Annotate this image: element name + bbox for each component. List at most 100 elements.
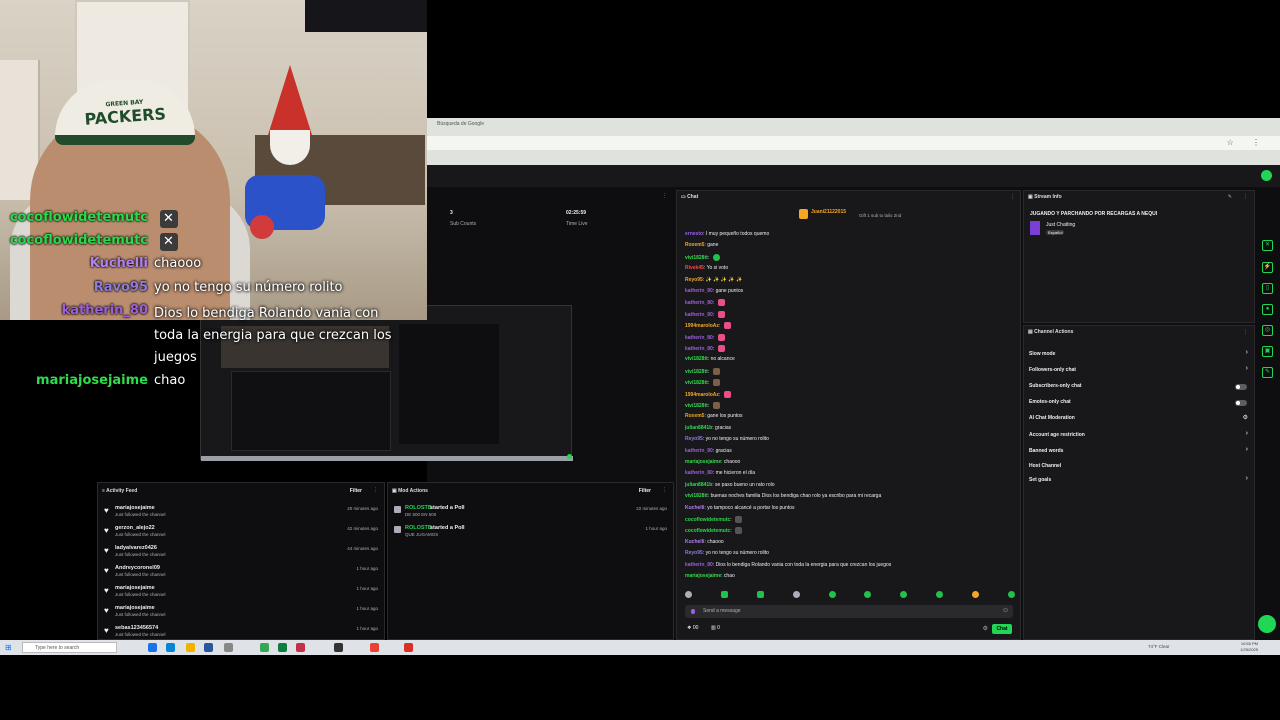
chat-message[interactable]: katherin_80: me hicieron el día [685,470,755,476]
chat-username[interactable]: Reyo95 [685,550,703,556]
chat-username[interactable]: Reyo95 [685,277,703,283]
chat-username[interactable]: vivi1828tt [685,380,708,386]
chat-username[interactable]: katherin_80 [685,448,713,454]
chat-username[interactable]: mariajosejaime [685,459,721,465]
emote-icon[interactable] [972,591,979,598]
channel-action-row[interactable]: AI Chat Moderation ⚙ [1024,414,1254,426]
activity-menu-icon[interactable]: ⋮ [373,487,378,493]
activity-row[interactable]: ♥ mariajosejaime Just followed the channel… [98,583,384,603]
chat-message[interactable]: Kuchelli: yo tampoco alcancé a portar lo… [685,505,795,511]
rail-icon[interactable]: ▯ [1262,283,1273,294]
chat-username[interactable]: katherin_80 [685,312,713,318]
chat-send-button[interactable]: Chat [992,624,1012,634]
emote-icon[interactable] [792,591,800,598]
browser-address-bar[interactable]: ☆ ⋮ [427,136,1280,150]
chat-message[interactable]: mariajosejaime: chao [685,573,735,579]
mod-action-row[interactable]: ROLOSTB started a Poll QUE JUGAMOS 1 hou… [388,523,673,543]
rail-icon[interactable]: ✎ [1262,367,1273,378]
taskbar-app-icon[interactable] [224,643,233,652]
chat-username[interactable]: katherin_80 [685,346,713,352]
chat-message[interactable]: vivi1828tt: [685,253,720,261]
chat-message[interactable]: vivi1828tt: [685,402,720,409]
chat-username[interactable]: katherin_80 [685,300,713,306]
chat-message[interactable]: cocoflowidetemutc: [685,527,743,535]
mod-action-row[interactable]: ROLOSTB started a Poll DE 500 EN 500 22 … [388,503,673,523]
chat-username[interactable]: Kuchelli [685,539,704,545]
chat-username[interactable]: vivi1828tt [685,255,708,261]
settings-icon[interactable]: ⚙ [1243,414,1248,421]
chat-username[interactable]: vivi1828tt [685,403,708,409]
chat-username[interactable]: Kuchelli [685,505,704,511]
chat-message[interactable]: katherin_80: [685,333,725,341]
chat-username[interactable]: vivi1828tt [685,369,708,375]
chat-username[interactable]: julian8841b [685,482,712,488]
chat-message[interactable]: vivi1828tt: [685,379,720,387]
chat-username[interactable]: cocoflowidetemutc [685,517,730,523]
channel-action-row[interactable]: Subscribers-only chat [1024,382,1254,394]
mod-menu-icon[interactable]: ⋮ [662,487,667,493]
chat-username[interactable]: katherin_80 [685,334,713,340]
emote-icon[interactable] [756,591,764,598]
rail-status-icon[interactable] [1261,170,1272,181]
chat-message[interactable]: cocoflowidetemutc: [685,516,743,523]
chat-message[interactable]: julian8841b: se paso bueno un rato rolo [685,482,775,488]
stream-tag[interactable]: Español [1046,230,1065,235]
chat-message[interactable]: katherin_80: [685,299,725,307]
taskbar-app-icon[interactable] [334,643,343,652]
channel-action-row[interactable]: Emotes-only chat [1024,398,1254,410]
chat-username[interactable]: 1994maroloAz [685,323,719,329]
activity-row[interactable]: ♥ Andreycoronel09 Just followed the channe… [98,563,384,583]
channel-action-row[interactable]: Banned words › [1024,446,1254,459]
taskbar-app-icon[interactable] [260,643,269,652]
chat-message[interactable]: vivi1828tt: buenas noches familia Dios l… [685,493,881,499]
browser-tab[interactable]: Búsqueda de Google [437,121,547,132]
stream-info-menu-icon[interactable]: ⋮ [1243,194,1248,200]
taskbar-app-icon[interactable] [166,643,175,652]
chat-username[interactable]: Roxem5 [685,413,704,419]
chat-username[interactable]: Roxem5 [685,242,704,248]
chat-input[interactable]: Send a message ☺ [685,605,1013,618]
toggle-switch[interactable] [1235,384,1247,390]
chat-message[interactable]: katherin_80: Dios lo bendiga Rolando van… [685,562,891,568]
toggle-switch[interactable] [1235,400,1247,406]
taskbar-app-icon[interactable] [404,643,413,652]
channel-action-row[interactable]: Set goals › [1024,475,1254,488]
rail-icon[interactable]: ● [1262,304,1273,315]
taskbar-app-icon[interactable] [278,643,287,652]
chat-message[interactable]: katherin_80: gane puntos [685,288,743,294]
chat-username[interactable]: katherin_80 [685,288,713,294]
emote-icon[interactable] [828,591,836,598]
chat-message[interactable]: katherin_80: gracias [685,448,732,454]
chat-username[interactable]: vivi1828tt [685,493,708,499]
activity-row[interactable]: ♥ mariajosejaime Just followed the channel… [98,603,384,623]
chat-settings-icon[interactable]: ⚙ [983,625,988,632]
emote-picker-icon[interactable]: ☺ [1002,607,1009,614]
emote-icon[interactable] [900,591,908,598]
chat-message[interactable]: katherin_80: [685,310,725,318]
channel-action-row[interactable]: Account age restriction › [1024,430,1254,443]
activity-filter-button[interactable]: Filter [350,488,362,494]
chat-username[interactable]: 1994maroloAz [685,391,719,397]
chat-message[interactable]: 1994maroloAz: [685,390,731,398]
taskbar-app-icon[interactable] [186,643,195,652]
chat-message[interactable]: Rivek45: Yo si voto [685,265,728,271]
taskbar-search[interactable]: Type here to search [22,642,117,653]
taskbar-app-icon[interactable] [204,643,213,652]
activity-row[interactable]: ♥ mariajosejaime Just followed the channel… [98,503,384,523]
chat-message[interactable]: vivi1828tt: [685,367,720,375]
taskbar-app-icon[interactable] [370,643,379,652]
chat-username[interactable]: katherin_80 [685,470,713,476]
chat-message[interactable]: Reyo95: ✨ ✨ ✨ ✨ ✨ [685,277,742,283]
chat-menu-icon[interactable]: ⋮ [1010,194,1015,200]
chat-message[interactable]: 1994maroloAz: [685,322,731,330]
browser-toolbar-icons[interactable]: ☆ ⋮ [1227,138,1268,147]
chat-message[interactable]: Kuchelli: chaooo [685,539,724,545]
chat-username[interactable]: katherin_80 [685,562,713,568]
channel-actions-menu-icon[interactable]: ⋮ [1243,329,1248,335]
rail-icon[interactable]: ⚡ [1262,262,1273,273]
taskbar-clock[interactable]: 10:55 PM 1/25/2025 [1240,641,1258,653]
emote-icon[interactable] [685,591,692,598]
mod-filter-button[interactable]: Filter [639,488,651,494]
taskbar-app-icon[interactable] [148,643,157,652]
emote-icon[interactable] [1007,591,1015,598]
